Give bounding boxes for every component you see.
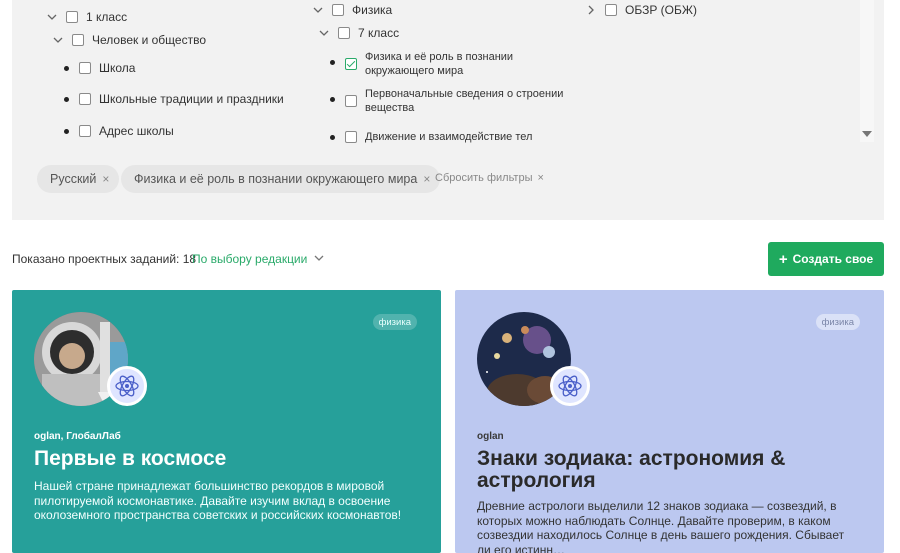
tree-label: Движение и взаимодействие тел — [365, 131, 533, 143]
checkbox-topic[interactable] — [345, 95, 357, 107]
close-icon: × — [537, 172, 544, 184]
bullet-icon — [330, 60, 335, 65]
checkbox-grade-1[interactable] — [66, 11, 78, 23]
close-icon[interactable]: × — [102, 172, 109, 186]
tree-row-grade-1[interactable]: 1 класс — [46, 10, 127, 24]
tree-label: Человек и общество — [92, 33, 206, 47]
bullet-icon — [330, 97, 335, 102]
plus-icon: + — [778, 250, 788, 268]
tree-label: Адрес школы — [99, 124, 174, 138]
tree-row-topic[interactable]: Школьные традиции и праздники — [64, 92, 284, 106]
tree-label: ОБЗР (ОБЖ) — [625, 3, 697, 17]
create-own-label: Создать свое — [792, 252, 874, 266]
bullet-icon — [64, 129, 69, 134]
bullet-icon — [64, 97, 69, 102]
close-icon[interactable]: × — [423, 172, 430, 186]
card-title[interactable]: Первые в космосе — [34, 448, 424, 470]
checkbox-subject-society[interactable] — [72, 34, 84, 46]
tree-label: Физика — [352, 3, 393, 17]
filter-chip[interactable]: Физика и её роль в познании окружающего … — [121, 165, 441, 193]
tree-row-topic[interactable]: Движение и взаимодействие тел — [330, 130, 532, 144]
sort-dropdown[interactable]: По выбору редакции — [192, 252, 324, 266]
checkbox-topic[interactable] — [79, 62, 91, 74]
atom-icon — [550, 366, 590, 406]
tree-label: Школа — [99, 61, 136, 75]
tree-row-subject-obzr[interactable]: ОБЗР (ОБЖ) — [585, 3, 697, 17]
checkbox-subject-physics[interactable] — [332, 4, 344, 16]
subject-tag: физика — [372, 314, 417, 330]
chevron-down-icon — [314, 252, 324, 266]
tree-row-topic[interactable]: Первоначальные сведения о строении вещес… — [330, 87, 563, 115]
chevron-down-icon[interactable] — [46, 11, 58, 23]
bullet-icon — [64, 66, 69, 71]
filter-scrollbar[interactable] — [860, 0, 874, 142]
tree-label-line: Физика и её роль в познании — [365, 51, 514, 63]
scroll-down-icon[interactable] — [862, 131, 872, 137]
card-authors: oglan, ГлобалЛаб — [34, 431, 121, 442]
tree-label-line: окружающего мира — [365, 65, 464, 77]
checkbox-topic-checked[interactable] — [345, 58, 357, 70]
tree-row-topic[interactable]: Адрес школы — [64, 124, 174, 138]
bullet-icon — [330, 135, 335, 140]
card-description: Древние астрологи выделили 12 знаков зод… — [477, 499, 845, 553]
tree-label-multiline: Первоначальные сведения о строении вещес… — [365, 87, 563, 115]
filter-panel: 1 класс Человек и общество Школа Школьны… — [12, 0, 884, 220]
chevron-down-icon[interactable] — [312, 4, 324, 16]
card-authors: oglan — [477, 431, 504, 442]
filter-chip-label: Физика и её роль в познании окружающего … — [134, 172, 418, 186]
tree-label: 7 класс — [358, 26, 400, 40]
checkbox-topic[interactable] — [345, 131, 357, 143]
checkbox-grade-7[interactable] — [338, 27, 350, 39]
filter-chip-label: Русский — [50, 172, 97, 186]
checkbox-topic[interactable] — [79, 93, 91, 105]
card-description: Нашей стране принадлежат большинство рек… — [34, 479, 402, 522]
checkbox-topic[interactable] — [79, 125, 91, 137]
tree-label: 1 класс — [86, 10, 128, 24]
chevron-right-icon[interactable] — [585, 4, 597, 16]
project-card[interactable]: физика oglan Знаки зодиака: астрономия &… — [455, 290, 884, 553]
sort-label: По выбору редакции — [192, 252, 308, 266]
tree-label: Школьные традиции и праздники — [99, 92, 284, 106]
tree-label-line: Первоначальные сведения о строении — [365, 88, 564, 100]
chevron-down-icon[interactable] — [52, 34, 64, 46]
reset-filters-link[interactable]: Сбросить фильтры × — [435, 172, 544, 184]
atom-icon — [107, 366, 147, 406]
tree-row-topic[interactable]: Физика и её роль в познании окружающего … — [330, 50, 513, 78]
reset-filters-label: Сбросить фильтры — [435, 172, 533, 184]
chevron-down-icon[interactable] — [318, 27, 330, 39]
filter-chip[interactable]: Русский × — [37, 165, 120, 193]
create-own-button[interactable]: + Создать свое — [768, 242, 884, 276]
checkbox-subject-obzr[interactable] — [605, 4, 617, 16]
project-card[interactable]: физика oglan, ГлобалЛаб Первые в космосе… — [12, 290, 441, 553]
tree-label-multiline: Физика и её роль в познании окружающего … — [365, 50, 513, 78]
subject-tag: физика — [815, 314, 860, 330]
card-title[interactable]: Знаки зодиака: астрономия & астрология — [477, 448, 867, 492]
tree-row-grade-7[interactable]: 7 класс — [318, 26, 399, 40]
tree-row-topic[interactable]: Школа — [64, 61, 135, 75]
tree-row-subject-society[interactable]: Человек и общество — [52, 33, 206, 47]
tree-row-subject-physics[interactable]: Физика — [312, 3, 392, 17]
tree-label-line: вещества — [365, 102, 415, 114]
results-count: Показано проектных заданий: 18 — [12, 252, 197, 266]
